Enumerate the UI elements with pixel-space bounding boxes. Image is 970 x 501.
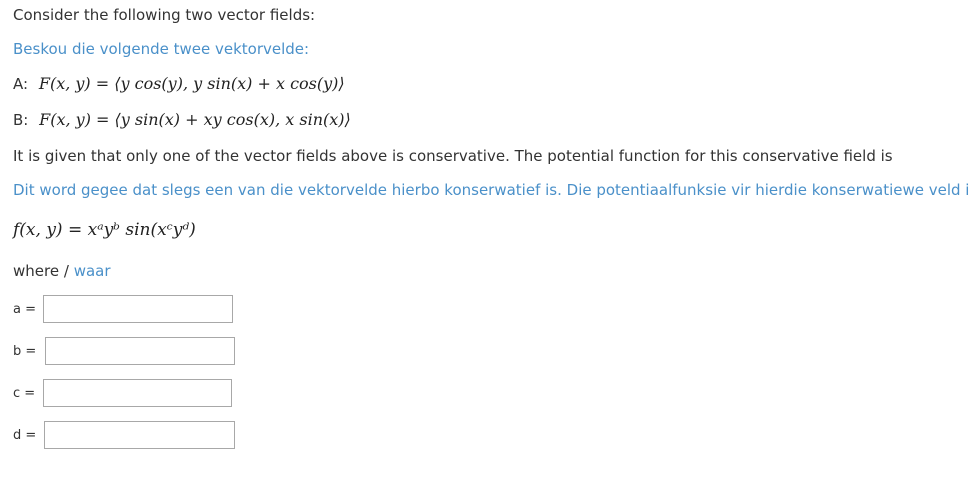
vector-field-a: A: F(x, y) = ⟨y cos(y), y sin(x) + x cos… bbox=[13, 74, 345, 94]
answer-input-c[interactable] bbox=[43, 379, 232, 407]
field-b-prefix: B: bbox=[13, 111, 29, 129]
input-row-c: c = bbox=[13, 377, 232, 409]
field-a-prefix: A: bbox=[13, 75, 29, 93]
intro-english: Consider the following two vector fields… bbox=[13, 6, 316, 24]
field-a-formula: F(x, y) = ⟨y cos(y), y sin(x) + x cos(y)… bbox=[38, 74, 345, 93]
given-english: It is given that only one of the vector … bbox=[13, 147, 893, 165]
where-english: where bbox=[13, 262, 60, 280]
input-row-b: b = bbox=[13, 335, 235, 367]
intro-afrikaans: Beskou die volgende twee vektorvelde: bbox=[13, 40, 310, 58]
field-b-formula: F(x, y) = ⟨y sin(x) + xy cos(x), x sin(x… bbox=[39, 110, 351, 129]
input-label-b: b = bbox=[13, 343, 37, 359]
answer-input-b[interactable] bbox=[45, 337, 235, 365]
where-afrikaans: waar bbox=[73, 262, 111, 280]
input-row-a: a = bbox=[13, 293, 233, 325]
vector-field-b: B: F(x, y) = ⟨y sin(x) + xy cos(x), x si… bbox=[13, 110, 351, 130]
given-afrikaans: Dit word gegee dat slegs een van die vek… bbox=[13, 181, 970, 199]
potential-function-formula: f(x, y) = xᵃyᵇ sin(xᶜyᵈ) bbox=[13, 220, 196, 240]
where-label: where / waar bbox=[13, 261, 111, 281]
answer-input-d[interactable] bbox=[44, 421, 235, 449]
where-separator: / bbox=[63, 262, 69, 280]
input-label-a: a = bbox=[13, 301, 36, 317]
input-label-d: d = bbox=[13, 427, 37, 443]
answer-input-a[interactable] bbox=[43, 295, 233, 323]
input-row-d: d = bbox=[13, 419, 235, 451]
input-label-c: c = bbox=[13, 385, 36, 401]
